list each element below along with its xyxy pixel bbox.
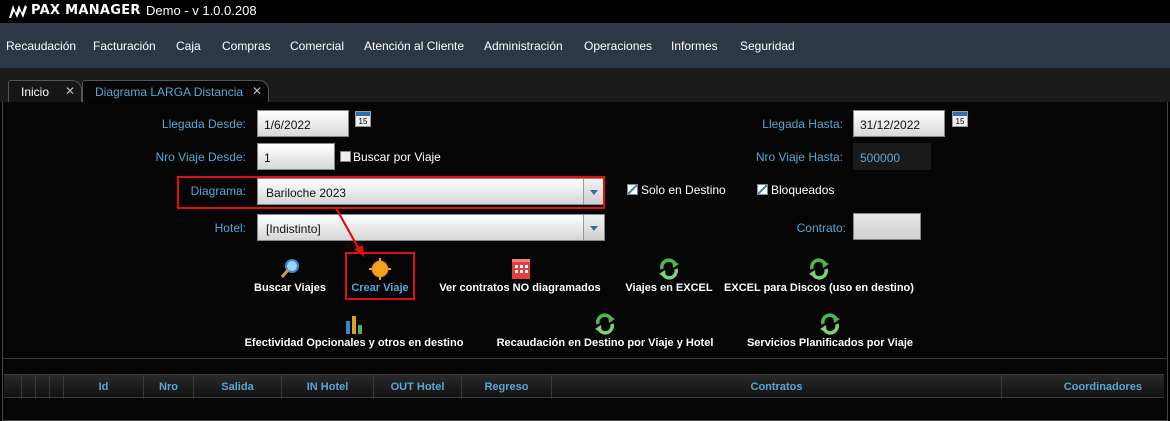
grid-col-nro[interactable]: Nro bbox=[144, 375, 194, 399]
tab-label: Diagrama LARGA Distancia bbox=[95, 85, 244, 99]
efectividad-label: Efectividad Opcionales y otros en destin… bbox=[244, 337, 464, 349]
servicios-planificados-label: Servicios Planificados por Viaje bbox=[746, 337, 914, 349]
logo-icon bbox=[9, 5, 27, 18]
menu-item-seguridad[interactable]: Seguridad bbox=[740, 39, 795, 53]
llegada-desde-field[interactable]: 1/6/2022 bbox=[257, 110, 349, 137]
contrato-label: Contrato: bbox=[796, 221, 846, 235]
menu-item-informes[interactable]: Informes bbox=[671, 39, 718, 53]
grid-col-salida[interactable]: Salida bbox=[194, 375, 282, 399]
llegada-hasta-field[interactable]: 31/12/2022 bbox=[853, 110, 945, 137]
close-icon[interactable]: ✕ bbox=[65, 84, 75, 98]
menu-item-caja[interactable]: Caja bbox=[176, 39, 201, 53]
refresh-icon bbox=[809, 258, 829, 280]
calendar-icon[interactable]: 15 bbox=[355, 111, 371, 127]
grid-col-out-hotel[interactable]: OUT Hotel bbox=[374, 375, 462, 399]
tab-diagrama-larga-distancia[interactable]: Diagrama LARGA Distancia ✕ bbox=[82, 80, 269, 102]
hotel-select[interactable]: [Indistinto] bbox=[257, 214, 605, 241]
grid-col-blank bbox=[22, 375, 36, 399]
efectividad-button[interactable]: Efectividad Opcionales y otros en destin… bbox=[238, 313, 470, 353]
nro-viaje-desde-label: Nro Viaje Desde: bbox=[155, 150, 247, 164]
buscar-por-viaje-checkbox[interactable] bbox=[340, 151, 351, 162]
sun-gear-icon bbox=[369, 258, 391, 280]
solo-en-destino-label: Solo en Destino bbox=[641, 183, 726, 197]
divider bbox=[2, 358, 1168, 359]
bloqueados-checkbox[interactable] bbox=[757, 184, 768, 195]
app-title: Demo - v 1.0.0.208 bbox=[146, 3, 257, 18]
menu-item-comercial[interactable]: Comercial bbox=[290, 39, 344, 53]
main-menu: Recaudación Facturación Caja Compras Com… bbox=[0, 23, 1170, 68]
building-icon bbox=[512, 259, 530, 279]
refresh-icon bbox=[659, 258, 679, 280]
title-bar: PAX MANAGER Demo - v 1.0.0.208 bbox=[0, 0, 1170, 23]
tab-strip: Inicio ✕ Diagrama LARGA Distancia ✕ bbox=[0, 68, 1170, 102]
brand-name: PAX MANAGER bbox=[31, 3, 141, 18]
refresh-icon bbox=[595, 313, 615, 335]
chevron-down-icon[interactable] bbox=[583, 215, 604, 240]
tab-inicio[interactable]: Inicio ✕ bbox=[8, 80, 82, 102]
menu-item-compras[interactable]: Compras bbox=[222, 39, 271, 53]
menu-item-recaudacion[interactable]: Recaudación bbox=[6, 39, 76, 53]
grid-col-blank bbox=[36, 375, 50, 399]
ver-contratos-button[interactable]: Ver contratos NO diagramados bbox=[432, 258, 608, 298]
servicios-planificados-button[interactable]: Servicios Planificados por Viaje bbox=[740, 313, 920, 353]
viajes-excel-label: Viajes en EXCEL bbox=[625, 282, 713, 294]
recaudacion-destino-label: Recaudación en Destino por Viaje y Hotel bbox=[496, 337, 714, 349]
grid-col-regreso[interactable]: Regreso bbox=[462, 375, 552, 399]
refresh-icon bbox=[820, 313, 840, 335]
grid-col-contratos[interactable]: Contratos bbox=[552, 375, 1002, 399]
buscar-viajes-label: Buscar Viajes bbox=[254, 282, 326, 294]
close-icon[interactable]: ✕ bbox=[252, 84, 262, 98]
excel-discos-label: EXCEL para Discos (uso en destino) bbox=[724, 282, 914, 294]
menu-item-operaciones[interactable]: Operaciones bbox=[584, 39, 652, 53]
search-icon bbox=[280, 259, 299, 278]
menu-item-administracion[interactable]: Administración bbox=[484, 39, 563, 53]
grid-col-in-hotel[interactable]: IN Hotel bbox=[282, 375, 374, 399]
menu-item-atencion-cliente[interactable]: Atención al Cliente bbox=[364, 39, 464, 53]
buscar-por-viaje-label: Buscar por Viaje bbox=[353, 150, 441, 164]
llegada-desde-label: Llegada Desde: bbox=[161, 117, 246, 131]
menu-item-facturacion[interactable]: Facturación bbox=[93, 39, 156, 53]
grid-col-blank bbox=[4, 375, 22, 399]
recaudacion-destino-button[interactable]: Recaudación en Destino por Viaje y Hotel bbox=[488, 313, 722, 353]
highlight-box-diagrama bbox=[177, 176, 605, 209]
viajes-excel-button[interactable]: Viajes en EXCEL bbox=[622, 258, 716, 298]
crear-viaje-button[interactable]: Crear Viaje bbox=[347, 258, 413, 298]
grid-col-coordinadores[interactable]: Coordinadores bbox=[1002, 375, 1164, 399]
grid-col-id[interactable]: Id bbox=[64, 375, 144, 399]
trips-grid-header: Id Nro Salida IN Hotel OUT Hotel Regreso… bbox=[4, 374, 1164, 399]
nro-viaje-hasta-field[interactable]: 500000 bbox=[853, 143, 931, 170]
hotel-selected-value: [Indistinto] bbox=[266, 222, 321, 236]
contrato-field[interactable] bbox=[853, 213, 921, 240]
solo-en-destino-checkbox[interactable] bbox=[627, 184, 638, 195]
buscar-viajes-button[interactable]: Buscar Viajes bbox=[250, 258, 330, 298]
crear-viaje-label: Crear Viaje bbox=[351, 282, 409, 294]
bloqueados-label: Bloqueados bbox=[771, 183, 835, 197]
bar-chart-icon bbox=[346, 316, 362, 334]
excel-discos-button[interactable]: EXCEL para Discos (uso en destino) bbox=[720, 258, 918, 298]
nro-viaje-desde-field[interactable]: 1 bbox=[257, 143, 335, 170]
tab-label: Inicio bbox=[21, 85, 50, 99]
hotel-label: Hotel: bbox=[214, 221, 246, 235]
calendar-icon[interactable]: 15 bbox=[952, 111, 968, 127]
grid-col-blank bbox=[50, 375, 64, 399]
nro-viaje-hasta-label: Nro Viaje Hasta: bbox=[755, 150, 843, 164]
ver-contratos-label: Ver contratos NO diagramados bbox=[439, 282, 601, 294]
llegada-hasta-label: Llegada Hasta: bbox=[762, 117, 843, 131]
